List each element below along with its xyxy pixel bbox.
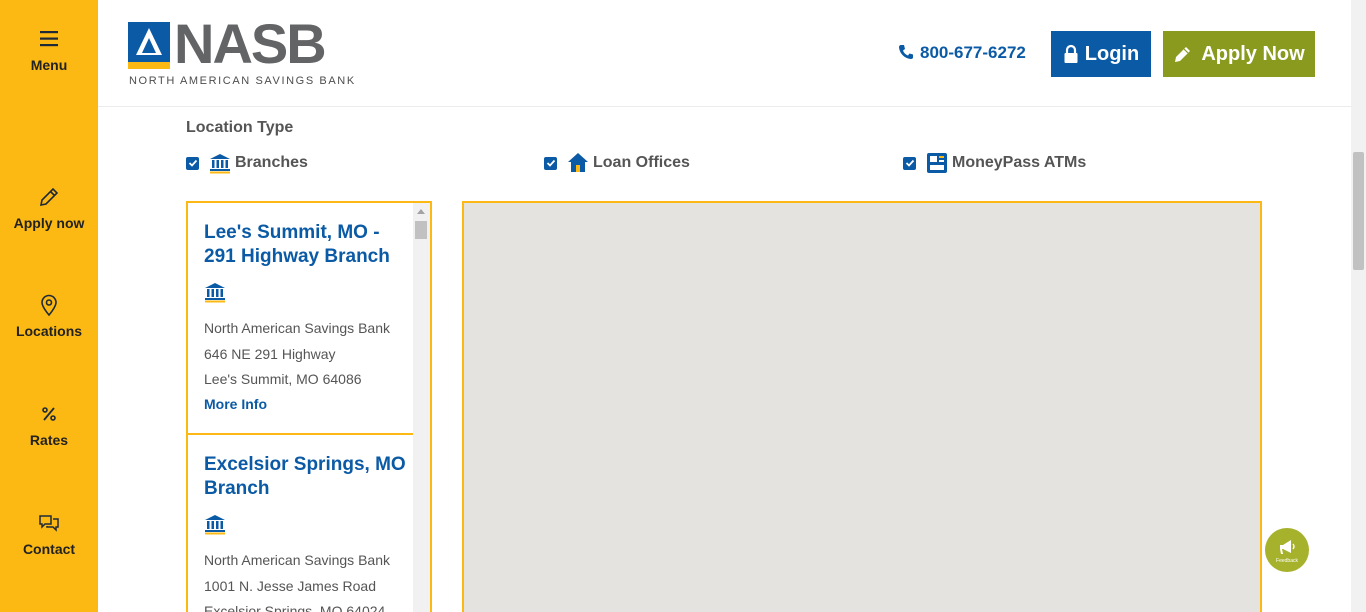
percent-icon xyxy=(42,407,56,421)
list-scroll-thumb[interactable] xyxy=(415,221,427,239)
phone-number: 800-677-6272 xyxy=(920,43,1026,62)
location-street: 646 NE 291 Highway xyxy=(204,345,336,362)
lock-icon xyxy=(1064,44,1078,63)
location-title[interactable]: Lee's Summit, MO - 291 Highway Branch xyxy=(204,221,415,269)
location-bank-name: North American Savings Bank xyxy=(204,320,390,336)
sidebar-item-contact[interactable]: Contact xyxy=(0,511,98,557)
map-pin-icon xyxy=(41,294,57,317)
filter-loan-offices[interactable]: Loan Offices xyxy=(544,152,690,174)
sidebar-item-locations[interactable]: Locations xyxy=(0,293,98,339)
nasb-logo[interactable]: NASB NORTH AMERICAN SAVINGS BANK xyxy=(128,14,354,88)
pencil-icon xyxy=(1175,47,1191,62)
location-street: 1001 N. Jesse James Road xyxy=(204,577,376,594)
branches-checkbox[interactable] xyxy=(186,156,199,170)
side-nav: Menu Apply now Locations Rates Contact xyxy=(0,0,98,612)
more-info-link[interactable]: More Info xyxy=(204,396,267,412)
apply-now-label: Apply Now xyxy=(1201,42,1305,65)
location-title[interactable]: Excelsior Springs, MO Branch xyxy=(204,453,415,501)
login-button[interactable]: Login xyxy=(1051,31,1151,77)
bank-icon xyxy=(205,515,225,535)
site-header: NASB NORTH AMERICAN SAVINGS BANK 800-677… xyxy=(98,0,1351,107)
list-scrollbar[interactable] xyxy=(413,203,430,612)
phone-icon xyxy=(899,45,913,59)
page-scroll-thumb[interactable] xyxy=(1353,152,1364,270)
bank-icon xyxy=(205,283,225,303)
sidebar-item-label: Menu xyxy=(30,57,68,73)
filter-label: Branches xyxy=(235,154,308,171)
sidebar-item-label: Locations xyxy=(15,323,83,339)
chat-bubbles-icon xyxy=(39,515,59,532)
login-label: Login xyxy=(1084,42,1140,65)
locations-map[interactable] xyxy=(462,201,1262,612)
hamburger-icon xyxy=(40,31,58,47)
location-type-heading: Location Type xyxy=(186,119,294,136)
bank-icon xyxy=(210,154,230,174)
phone-link[interactable]: 800-677-6272 xyxy=(898,43,1026,63)
megaphone-icon xyxy=(1280,539,1295,554)
location-city: Excelsior Springs, MO 64024 xyxy=(204,603,386,612)
sidebar-item-menu[interactable]: Menu xyxy=(0,27,98,73)
logo-wordmark: NASB xyxy=(174,12,327,75)
atm-icon xyxy=(927,153,947,173)
list-item[interactable]: Excelsior Springs, MO Branch North Ameri… xyxy=(188,435,415,612)
logo-subtitle: NORTH AMERICAN SAVINGS BANK xyxy=(129,75,356,87)
filter-branches[interactable]: Branches xyxy=(186,152,308,174)
loan-offices-checkbox[interactable] xyxy=(544,156,557,170)
house-icon xyxy=(568,153,588,172)
scroll-up-arrow-icon[interactable] xyxy=(417,209,425,214)
apply-now-button[interactable]: Apply Now xyxy=(1163,31,1315,77)
sidebar-item-rates[interactable]: Rates xyxy=(0,402,98,448)
moneypass-atms-checkbox[interactable] xyxy=(903,156,916,170)
feedback-label: Feedback xyxy=(1276,557,1298,564)
location-bank-name: North American Savings Bank xyxy=(204,552,390,568)
filter-moneypass-atms[interactable]: MoneyPass ATMs xyxy=(903,152,1086,174)
sidebar-item-label: Contact xyxy=(22,541,76,557)
sidebar-item-label: Apply now xyxy=(13,215,85,231)
page-scrollbar[interactable] xyxy=(1351,0,1366,612)
sidebar-item-apply-now[interactable]: Apply now xyxy=(0,185,98,231)
filter-label: Loan Offices xyxy=(593,154,690,171)
feedback-button[interactable]: Feedback xyxy=(1265,528,1309,572)
filter-label: MoneyPass ATMs xyxy=(952,154,1087,171)
location-city: Lee's Summit, MO 64086 xyxy=(204,371,362,387)
list-item[interactable]: Lee's Summit, MO - 291 Highway Branch No… xyxy=(188,203,415,435)
logo-mark xyxy=(128,22,170,69)
location-list[interactable]: Lee's Summit, MO - 291 Highway Branch No… xyxy=(186,201,432,612)
pencil-icon xyxy=(39,187,59,207)
sidebar-item-label: Rates xyxy=(29,432,69,448)
